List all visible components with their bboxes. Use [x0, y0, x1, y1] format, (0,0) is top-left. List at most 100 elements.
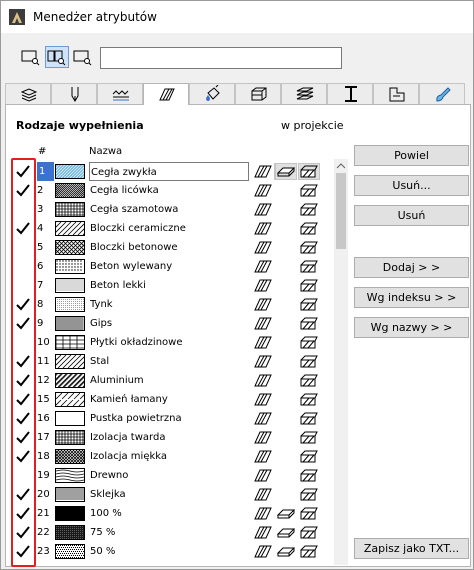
table-row[interactable]: 22 75 %: [9, 523, 334, 542]
fill-pattern-preview: [55, 411, 85, 426]
tab-surfaces[interactable]: [189, 83, 235, 104]
table-row[interactable]: 2 Cegła licówka: [9, 181, 334, 200]
view-details-icon: [47, 50, 66, 66]
table-row[interactable]: 19 Drewno: [9, 466, 334, 485]
usage-cell: [253, 430, 273, 448]
usage-cell: [253, 544, 273, 562]
scroll-up-icon[interactable]: [334, 159, 348, 173]
row-number: 1: [37, 162, 54, 181]
usage-cell: [298, 163, 320, 182]
fill-pattern-preview: [42, 221, 97, 236]
save-as-txt-button[interactable]: Zapisz jako TXT...: [354, 538, 469, 559]
cut-fill-usage-icon: [300, 241, 318, 254]
usage-cell: [299, 468, 319, 486]
usage-cell: [253, 354, 273, 372]
table-row[interactable]: 15 Kamień łamany: [9, 390, 334, 409]
usage-cell: [253, 525, 273, 543]
profile-icon: [345, 86, 357, 102]
cut-fill-usage-icon: [300, 279, 318, 292]
usage-cell: [253, 373, 273, 391]
row-number: 23: [37, 546, 50, 557]
row-name: 50 %: [90, 546, 116, 557]
table-row[interactable]: 11 Stal: [9, 352, 334, 371]
view-search-button[interactable]: [71, 46, 95, 68]
row-name: 100 %: [90, 508, 122, 519]
cut-fill-usage-icon: [300, 526, 318, 539]
table-row[interactable]: 9 Gips: [9, 314, 334, 333]
usage-cell: [253, 164, 273, 182]
delete-with-dialog-button[interactable]: Usuń...: [354, 175, 469, 196]
tab-composites[interactable]: [281, 83, 327, 104]
tab-pens[interactable]: [51, 83, 97, 104]
row-number: 9: [37, 318, 44, 329]
delete-button[interactable]: Usuń: [354, 205, 469, 226]
table-row[interactable]: 21 100 %: [9, 504, 334, 523]
usage-cell: [253, 183, 273, 201]
cut-fill-usage-icon: [300, 260, 318, 273]
tab-zones[interactable]: [373, 83, 419, 104]
table-row[interactable]: 16 Pustka powietrzna: [9, 409, 334, 428]
fill-usage-icon: [254, 355, 272, 368]
view-details-button[interactable]: [45, 46, 69, 68]
search-input[interactable]: [100, 47, 342, 69]
usage-cell: [253, 316, 273, 334]
tab-building-materials[interactable]: [235, 83, 281, 104]
column-number[interactable]: #: [38, 146, 46, 157]
column-name[interactable]: Nazwa: [89, 146, 122, 157]
attribute-tabs: [5, 83, 471, 106]
fill-pattern-preview: [55, 430, 85, 445]
tab-fills[interactable]: [143, 83, 189, 106]
row-name: Gips: [90, 318, 113, 329]
table-row[interactable]: 4 Bloczki ceramiczne: [9, 219, 334, 238]
tab-profiles[interactable]: [327, 83, 373, 104]
table-row[interactable]: 8 Tynk: [9, 295, 334, 314]
tab-renovation[interactable]: [419, 83, 465, 104]
tab-layers[interactable]: [5, 83, 51, 104]
cut-fill-usage-icon: [300, 317, 318, 330]
fill-pattern-preview: [55, 506, 85, 521]
row-number: 12: [37, 375, 50, 386]
cut-fill-usage-icon: [300, 545, 318, 558]
cut-fill-usage-icon: [300, 507, 318, 520]
table-row[interactable]: 23 50 %: [9, 542, 334, 561]
list-scrollbar[interactable]: [334, 159, 348, 565]
table-row[interactable]: 18 Izolacja miękka: [9, 447, 334, 466]
sort-by-name-button[interactable]: Wg nazwy > >: [354, 317, 469, 338]
table-row[interactable]: 3 Cegła szamotowa: [9, 200, 334, 219]
cut-fill-usage-icon: [300, 298, 318, 311]
table-row[interactable]: 7 Beton lekki: [9, 276, 334, 295]
table-row[interactable]: 6 Beton wylewany: [9, 257, 334, 276]
fill-pattern-preview: [55, 487, 85, 502]
usage-cell: [299, 411, 319, 429]
table-row[interactable]: 1 Cegła zwykła: [9, 162, 334, 181]
scrollbar-thumb[interactable]: [336, 173, 346, 249]
table-row[interactable]: 17 Izolacja twarda: [9, 428, 334, 447]
table-row[interactable]: 12 Aluminium: [9, 371, 334, 390]
row-number: 17: [37, 432, 50, 443]
tab-line-types[interactable]: [97, 83, 143, 104]
table-row[interactable]: 5 Bloczki betonowe: [9, 238, 334, 257]
table-row[interactable]: 20 Sklejka: [9, 485, 334, 504]
row-name: 75 %: [90, 527, 116, 538]
fill-icon: [159, 88, 175, 101]
usage-cell: [253, 506, 273, 524]
table-row[interactable]: 10 Płytki okładzinowe: [9, 333, 334, 352]
row-name-editable[interactable]: Cegła zwykła: [89, 162, 249, 181]
section-title: Rodzaje wypełnienia: [16, 119, 144, 132]
duplicate-button[interactable]: Powiel: [354, 145, 469, 166]
fill-usage-icon: [254, 241, 272, 254]
sort-by-index-button[interactable]: Wg indeksu > >: [354, 287, 469, 308]
usage-cell: [253, 487, 273, 505]
surface-usage-icon: [276, 547, 296, 557]
usage-cell: [276, 544, 296, 562]
usage-cell: [299, 544, 319, 562]
surface-usage-icon: [276, 167, 296, 177]
add-button[interactable]: Dodaj > >: [354, 257, 469, 278]
usage-cell: [253, 335, 273, 353]
view-list-button[interactable]: [19, 46, 43, 68]
layers-icon: [20, 88, 38, 102]
fill-pattern-preview: [55, 202, 85, 217]
usage-cell: [299, 316, 319, 334]
row-name: Drewno: [90, 470, 129, 481]
row-number: 6: [37, 261, 44, 272]
